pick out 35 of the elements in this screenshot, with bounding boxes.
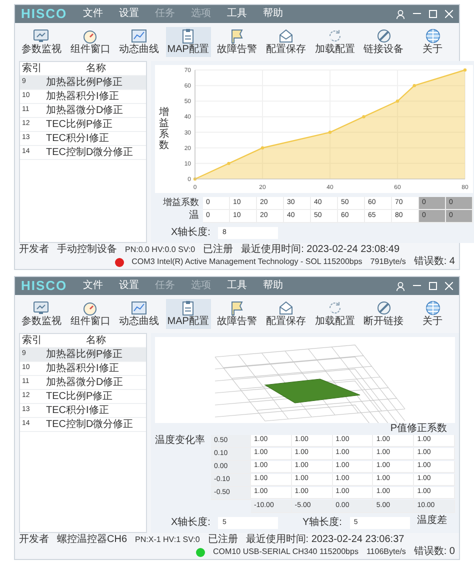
menu-item: 选项 xyxy=(191,8,212,20)
field-label: X轴长度: xyxy=(171,227,210,239)
column-header: 名称 xyxy=(85,334,107,346)
status-text: 开发者 xyxy=(19,244,49,256)
table-title: P值修正系数 xyxy=(390,423,447,435)
app-logo: HISCO xyxy=(21,278,68,294)
status-text: 手动控制设备 xyxy=(57,244,117,256)
status-text: PN:0.0 HV:0.0 SV:0 xyxy=(125,245,196,255)
status-text: 螺控温控器CH6 xyxy=(57,534,128,546)
axis-label: 温度差 xyxy=(417,515,448,527)
row-label: 温 xyxy=(189,210,199,223)
field-label: X轴长度: xyxy=(171,517,210,529)
menu-item: 任务 xyxy=(155,280,176,292)
status-text: 错误数: 0 xyxy=(414,546,455,558)
status-text: 错误数: 4 xyxy=(414,256,455,268)
status-text: COM3 Intel(R) Active Management Technology - SOL 115200bps xyxy=(132,257,362,267)
status-text: 开发者 xyxy=(19,534,49,546)
app-logo: HISCO xyxy=(21,6,68,22)
column-header: 名称 xyxy=(85,62,107,74)
column-header: 索引 xyxy=(21,334,43,346)
axis-title: 增益系数 xyxy=(159,107,169,151)
status-text: 1106Byte/s xyxy=(366,547,406,557)
status-text: PN:X-1 HV:1 SV:0 xyxy=(135,535,200,545)
status-text: 最近使用时间: 2023-02-24 23:06:37 xyxy=(246,534,404,546)
menu-item: 任务 xyxy=(155,8,176,20)
axis-label: 温度变化率 xyxy=(155,435,205,446)
field-label: Y轴长度: xyxy=(302,517,342,529)
status-text: 最近使用时间: 2023-02-24 23:08:49 xyxy=(241,244,400,256)
status-text: COM10 USB-SERIAL CH340 115200bps xyxy=(213,547,358,557)
status-text: 已注册 xyxy=(203,244,234,256)
status-text: 已注册 xyxy=(208,534,238,546)
column-header: 索引 xyxy=(21,62,43,74)
row-label: 增益系数 xyxy=(163,197,199,209)
menu-item: 选项 xyxy=(191,280,212,292)
status-text: 791Byte/s xyxy=(370,257,406,267)
